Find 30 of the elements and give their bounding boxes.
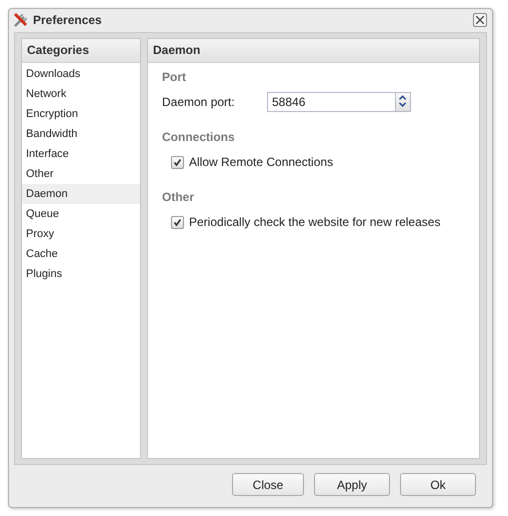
panel-header: Categories xyxy=(22,39,140,63)
category-item[interactable]: Downloads xyxy=(22,64,140,84)
field-label: Daemon port: xyxy=(162,95,236,109)
section-title: Connections xyxy=(162,129,236,145)
category-item[interactable]: Encryption xyxy=(22,104,140,124)
window-title: Preferences xyxy=(33,13,103,27)
section-title: Other xyxy=(162,189,196,205)
checkbox[interactable] xyxy=(171,216,184,228)
category-item[interactable]: Bandwidth xyxy=(22,124,140,144)
category-item[interactable]: Queue xyxy=(22,204,140,224)
checkbox-label: Allow Remote Connections xyxy=(189,155,334,169)
section-title: Port xyxy=(162,69,187,85)
close-icon xyxy=(476,16,484,24)
category-item[interactable]: Daemon xyxy=(22,184,140,204)
category-item[interactable]: Cache xyxy=(22,244,140,264)
dialog-button[interactable]: Ok xyxy=(400,473,476,496)
tools-icon xyxy=(13,12,29,28)
spin-arrows-icon[interactable] xyxy=(395,92,411,112)
category-item[interactable]: Interface xyxy=(22,144,140,164)
category-item[interactable]: Other xyxy=(22,164,140,184)
category-item[interactable]: Network xyxy=(22,84,140,104)
category-item[interactable]: Plugins xyxy=(22,264,140,284)
dialog-button[interactable]: Apply xyxy=(314,473,390,496)
dialog-button[interactable]: Close xyxy=(232,473,304,496)
checkbox[interactable] xyxy=(171,156,184,168)
checkbox-label: Periodically check the website for new releases xyxy=(189,215,440,229)
panel-header: Daemon xyxy=(148,39,479,63)
port-field[interactable]: 58846 xyxy=(267,92,395,112)
close-button[interactable] xyxy=(473,13,487,27)
category-item[interactable]: Proxy xyxy=(22,224,140,244)
